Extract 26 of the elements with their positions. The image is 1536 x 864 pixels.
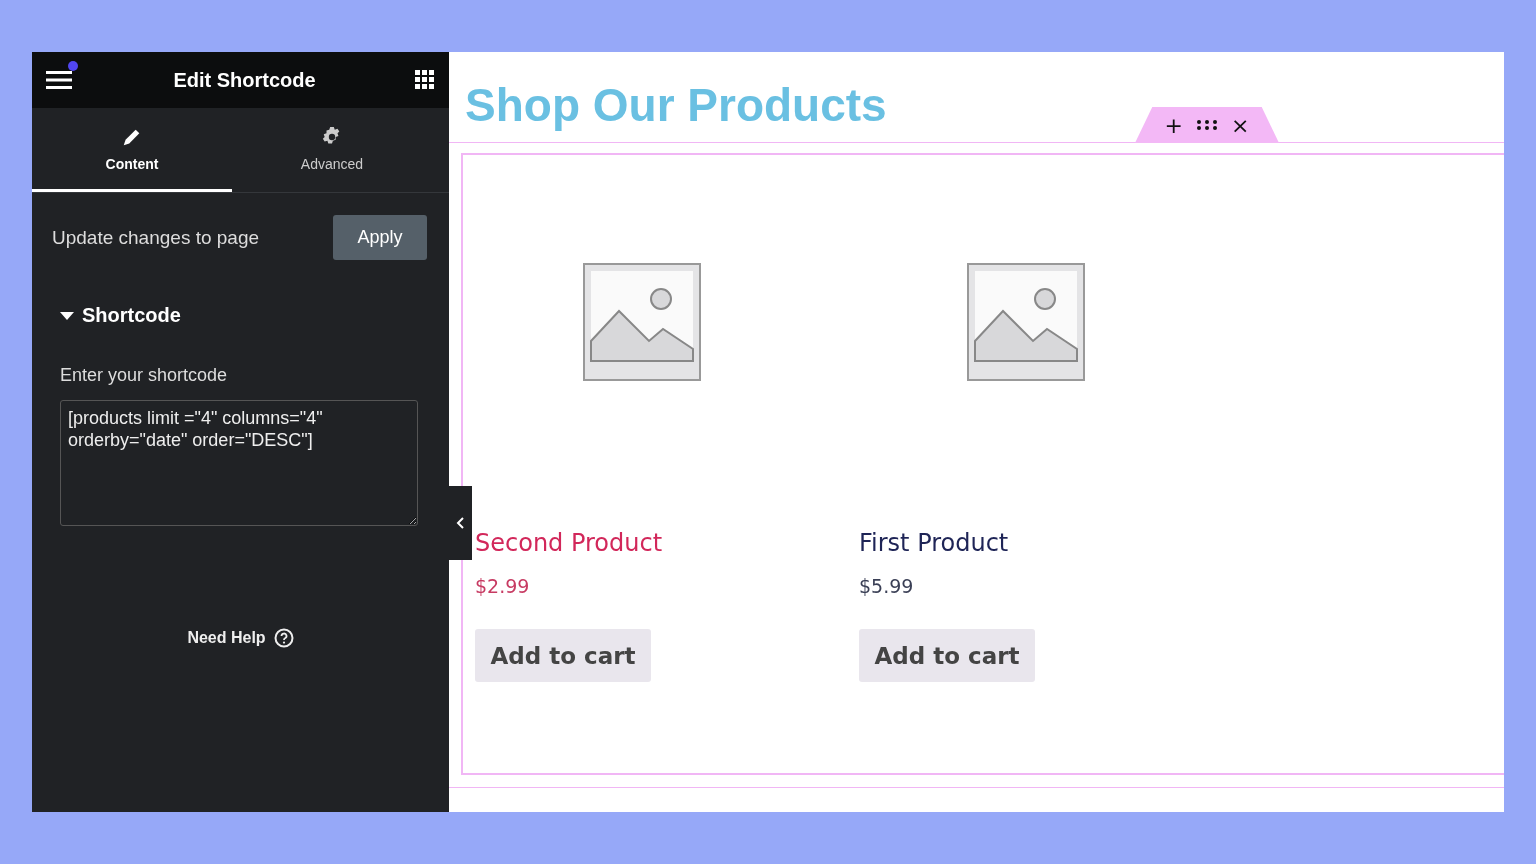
- close-button[interactable]: ×: [1229, 112, 1252, 138]
- caret-icon: [60, 310, 74, 321]
- chevron-left-icon: [455, 517, 466, 529]
- panel-tab[interactable]: Content: [32, 108, 232, 192]
- apps-grid-icon[interactable]: [415, 70, 435, 90]
- field-label: Enter your shortcode: [60, 365, 229, 386]
- add-to-cart-button[interactable]: Add to cart: [859, 629, 1035, 682]
- panel-title: Edit Shortcode: [173, 68, 316, 92]
- image-placeholder-icon: [583, 263, 701, 381]
- image-placeholder-icon: [967, 263, 1085, 381]
- product-price: $2.99: [475, 575, 531, 597]
- add-to-cart-button[interactable]: Add to cart: [475, 629, 651, 682]
- shortcode-field[interactable]: [products limit ="4" columns="4" orderby="date" order="DESC"]: [60, 400, 418, 526]
- help-link[interactable]: Need Help: [187, 629, 266, 647]
- drag-handle-icon[interactable]: [1197, 120, 1217, 130]
- product-name[interactable]: First Product: [859, 529, 1183, 557]
- product-name[interactable]: Second Product: [475, 529, 799, 557]
- help-icon[interactable]: [273, 628, 294, 648]
- page-heading: Shop Our Products: [465, 78, 887, 132]
- apply-button[interactable]: Apply: [333, 215, 427, 260]
- product-price: $5.99: [859, 575, 915, 597]
- update-label: Update changes to page: [52, 226, 260, 249]
- add-button[interactable]: +: [1162, 112, 1185, 138]
- panel-tab[interactable]: Advanced: [232, 108, 432, 192]
- section-toggle[interactable]: Shortcode: [60, 304, 181, 327]
- menu-icon[interactable]: [46, 70, 72, 90]
